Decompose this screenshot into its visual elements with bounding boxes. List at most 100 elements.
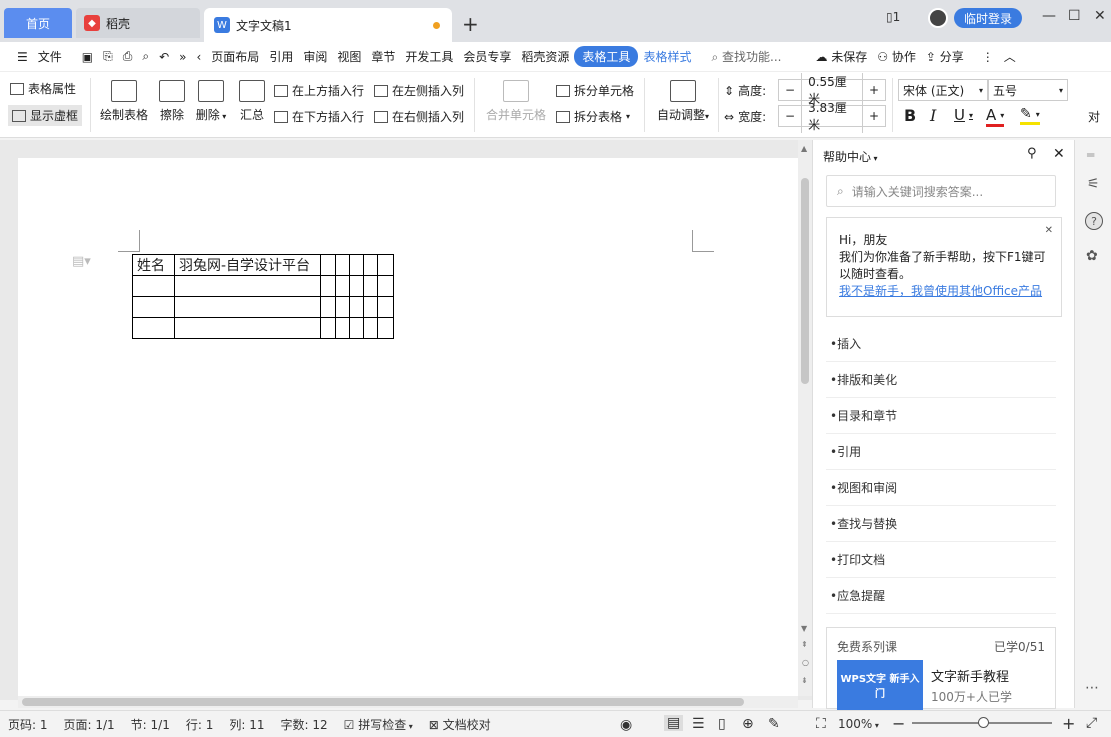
tab-home[interactable]: 首页 bbox=[4, 8, 72, 38]
maximize-icon[interactable]: ☐ bbox=[1068, 8, 1081, 24]
summary-button[interactable]: 汇总 bbox=[236, 80, 268, 123]
insert-col-right-button[interactable]: 在右侧插入列 bbox=[374, 108, 464, 125]
document-page[interactable]: ▤▾ 姓名 羽兔网-自学设计平台 bbox=[18, 158, 798, 698]
highlight-button[interactable]: ✎ ▾ bbox=[1020, 106, 1040, 125]
split-table-button[interactable]: 拆分表格 ▾ bbox=[556, 108, 630, 125]
help-item-view-review[interactable]: • 视图和审阅 bbox=[826, 470, 1056, 506]
export-pdf-icon[interactable]: ⎘ bbox=[98, 49, 118, 64]
share-button[interactable]: ⇪ 分享 bbox=[921, 48, 969, 65]
tab-document[interactable]: W 文字文稿1 bbox=[204, 8, 452, 42]
font-color-button[interactable]: A ▾ bbox=[986, 106, 1005, 127]
table-cell[interactable] bbox=[320, 254, 336, 276]
bold-button[interactable]: B bbox=[904, 106, 916, 125]
table-cell[interactable] bbox=[132, 317, 175, 339]
table-cell[interactable] bbox=[377, 275, 394, 297]
help-icon[interactable]: ? bbox=[1085, 212, 1103, 230]
page-view-icon[interactable]: ▤ bbox=[664, 715, 684, 731]
height-decrease-icon[interactable]: − bbox=[779, 83, 801, 97]
font-size-select[interactable]: 五号 ▾ bbox=[988, 79, 1068, 101]
zoom-in-icon[interactable]: + bbox=[1062, 714, 1075, 733]
drag-handle-icon[interactable]: ═ bbox=[1087, 148, 1094, 162]
help-title[interactable]: 帮助中心 ▾ bbox=[823, 148, 878, 165]
table-cell[interactable] bbox=[132, 275, 175, 297]
collab-button[interactable]: ⚇ 协作 bbox=[872, 48, 921, 65]
table-cell[interactable]: 羽兔网-自学设计平台 bbox=[174, 254, 321, 276]
table-cell[interactable] bbox=[335, 275, 350, 297]
print-icon[interactable]: ⎙ bbox=[118, 49, 138, 64]
spell-check-button[interactable]: ☑ 拼写检查 ▾ bbox=[336, 716, 421, 733]
scrollbar-thumb[interactable] bbox=[801, 178, 809, 384]
outline-view-icon[interactable]: ☰ bbox=[692, 716, 705, 732]
table-cell[interactable] bbox=[320, 275, 336, 297]
insert-col-left-button[interactable]: 在左侧插入列 bbox=[374, 82, 464, 99]
read-view-icon[interactable]: ▯ bbox=[718, 716, 726, 732]
more-options-icon[interactable]: ⋮ bbox=[977, 50, 999, 64]
table-cell[interactable] bbox=[377, 254, 394, 276]
scrollbar-thumb[interactable] bbox=[22, 698, 744, 706]
document-table[interactable]: 姓名 羽兔网-自学设计平台 bbox=[132, 254, 394, 339]
zoom-select[interactable]: 100% ▾ bbox=[838, 717, 879, 731]
height-increase-icon[interactable]: + bbox=[863, 83, 885, 97]
menu-file[interactable]: 文件 bbox=[33, 48, 67, 65]
table-cell[interactable] bbox=[349, 317, 364, 339]
table-cell[interactable]: 姓名 bbox=[132, 254, 175, 276]
scroll-down-icon[interactable]: ▼ bbox=[801, 624, 807, 633]
table-cell[interactable] bbox=[363, 275, 378, 297]
word-count[interactable]: 字数: 12 bbox=[272, 716, 335, 733]
print-preview-icon[interactable]: ⌕ bbox=[137, 49, 154, 64]
close-panel-icon[interactable]: ✕ bbox=[1053, 146, 1065, 162]
merge-cells-button[interactable]: 合并单元格 bbox=[484, 80, 548, 123]
prev-page-icon[interactable]: ⇞ bbox=[801, 640, 808, 649]
edit-icon[interactable]: ✎ bbox=[768, 716, 780, 732]
help-item-toc[interactable]: • 目录和章节 bbox=[826, 398, 1056, 434]
help-item-layout[interactable]: • 排版和美化 bbox=[826, 362, 1056, 398]
close-icon[interactable]: ✕ bbox=[1045, 222, 1053, 239]
select-browse-icon[interactable]: ○ bbox=[802, 658, 809, 667]
menu-icon[interactable]: ☰ bbox=[12, 50, 33, 64]
help-item-find-replace[interactable]: • 查找与替换 bbox=[826, 506, 1056, 542]
eye-protect-icon[interactable]: ◉ bbox=[620, 717, 632, 733]
menu-page-layout[interactable]: 页面布局 bbox=[206, 48, 264, 65]
web-view-icon[interactable]: ⊕ bbox=[742, 716, 754, 732]
table-cell[interactable] bbox=[174, 275, 321, 297]
table-cell[interactable] bbox=[335, 296, 350, 318]
fit-page-icon[interactable]: ⛶ bbox=[816, 716, 826, 732]
show-grid-button[interactable]: 显示虚框 bbox=[8, 105, 83, 126]
tab-daoke[interactable]: ◆ 稻壳 bbox=[76, 8, 200, 38]
unsaved-button[interactable]: ☁ 未保存 bbox=[810, 48, 872, 65]
split-cells-button[interactable]: 拆分单元格 bbox=[556, 82, 634, 99]
login-button[interactable]: 临时登录 bbox=[954, 8, 1022, 28]
italic-button[interactable]: I bbox=[930, 106, 936, 125]
menu-references[interactable]: 引用 bbox=[264, 48, 298, 65]
course-card[interactable]: 免费系列课 已学0/51 WPS文字 新手入门 文字新手教程 100万+人已学 bbox=[826, 627, 1056, 710]
table-cell[interactable] bbox=[174, 317, 321, 339]
underline-button[interactable]: U ▾ bbox=[954, 106, 973, 124]
menu-daoke-resources[interactable]: 稻壳资源 bbox=[516, 48, 574, 65]
menu-member[interactable]: 会员专享 bbox=[458, 48, 516, 65]
width-decrease-icon[interactable]: − bbox=[779, 109, 801, 123]
table-cell[interactable] bbox=[363, 317, 378, 339]
table-cell[interactable] bbox=[363, 254, 378, 276]
page-count[interactable]: 页面: 1/1 bbox=[56, 716, 123, 733]
table-cell[interactable] bbox=[349, 296, 364, 318]
vertical-scrollbar[interactable]: ▲ ▼ ⇞ ○ ⇟ bbox=[798, 140, 812, 696]
align-button[interactable]: 对 bbox=[1088, 108, 1100, 125]
table-cell[interactable] bbox=[132, 296, 175, 318]
table-cell[interactable] bbox=[363, 296, 378, 318]
minimize-icon[interactable]: — bbox=[1042, 8, 1056, 24]
close-icon[interactable]: ✕ bbox=[1094, 8, 1106, 24]
menu-table-style[interactable]: 表格样式 bbox=[638, 48, 696, 65]
font-name-select[interactable]: 宋体 (正文) ▾ bbox=[898, 79, 988, 101]
zoom-out-icon[interactable]: − bbox=[892, 714, 905, 733]
menu-prev-icon[interactable]: ‹ bbox=[191, 50, 206, 64]
insert-row-below-button[interactable]: 在下方插入行 bbox=[274, 108, 364, 125]
help-item-references[interactable]: • 引用 bbox=[826, 434, 1056, 470]
zoom-slider-handle[interactable] bbox=[978, 717, 989, 728]
course-thumbnail[interactable]: WPS文字 新手入门 bbox=[837, 660, 923, 710]
table-cell[interactable] bbox=[377, 296, 394, 318]
section-indicator[interactable]: 节: 1/1 bbox=[123, 716, 178, 733]
height-stepper[interactable]: −0.55厘米 + bbox=[778, 73, 886, 107]
table-cell[interactable] bbox=[335, 254, 350, 276]
width-increase-icon[interactable]: + bbox=[863, 109, 885, 123]
collapse-ribbon-icon[interactable]: ︿ bbox=[999, 48, 1021, 65]
